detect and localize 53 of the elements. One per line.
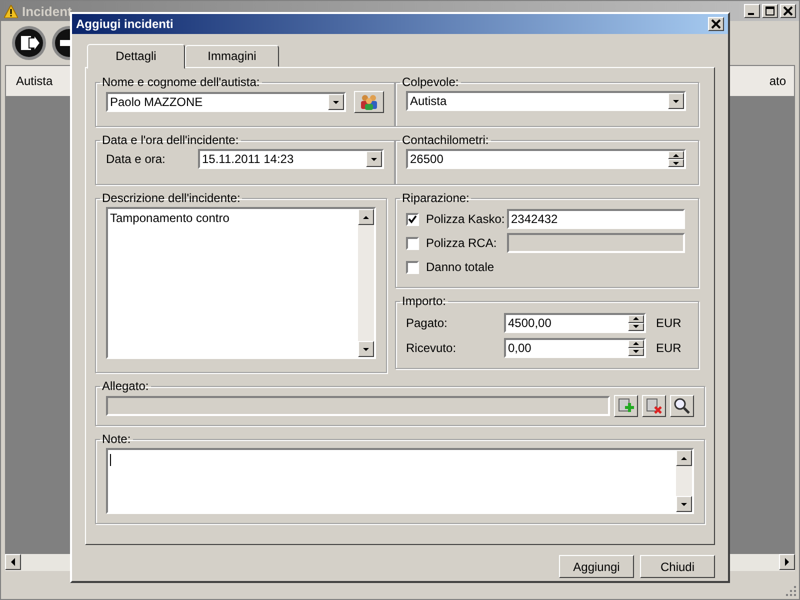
checkbox[interactable]: [406, 212, 419, 226]
delete-icon: [645, 397, 663, 415]
driver-dropdown[interactable]: Paolo MAZZONE: [106, 92, 346, 112]
field-label: Data e ora:: [106, 152, 166, 166]
group-label: Contachilometri:: [401, 133, 490, 147]
tab[interactable]: Immagini: [185, 45, 279, 67]
description-textarea[interactable]: Tamponamento contro: [106, 207, 376, 359]
search-button[interactable]: [670, 395, 694, 417]
dialog-title: Aggiugi incidenti: [76, 17, 174, 31]
close-button[interactable]: [780, 4, 796, 18]
maximize-icon: [765, 6, 775, 16]
group-label: Allegato:: [101, 379, 150, 393]
maximize-button[interactable]: [762, 4, 778, 18]
dialog-button[interactable]: Aggiungi: [559, 555, 634, 578]
notes-textarea[interactable]: [106, 448, 694, 514]
people-button[interactable]: [354, 91, 384, 113]
people-icon: [359, 94, 379, 110]
policy-field[interactable]: 2342432: [507, 209, 685, 229]
checkbox[interactable]: [406, 260, 419, 274]
currency-label: EUR: [656, 340, 682, 354]
window-title: Incident: [22, 4, 72, 18]
group-label: Riparazione:: [401, 191, 470, 205]
add-icon: [617, 397, 635, 415]
group-label: Nome e cognome dell'autista:: [101, 75, 261, 89]
amount-spinner[interactable]: 0,00: [504, 338, 646, 358]
date-picker[interactable]: 15.11.2011 14:23: [198, 149, 384, 169]
warning-icon: [4, 4, 18, 18]
field-label: Ricevuto:: [406, 340, 458, 354]
group-label: Descrizione dell'incidente:: [101, 191, 242, 205]
column-header[interactable]: ato: [769, 74, 786, 88]
odometer-spinner[interactable]: 26500: [406, 149, 686, 169]
attachment-field[interactable]: [106, 396, 610, 416]
close-button[interactable]: [708, 17, 724, 31]
checkbox-label: Danno totale: [426, 260, 494, 274]
group-label: Data e l'ora dell'incidente:: [101, 133, 240, 147]
culprit-dropdown[interactable]: Autista: [406, 91, 686, 111]
delete-button[interactable]: [642, 395, 666, 417]
tab[interactable]: Dettagli: [87, 44, 185, 69]
column-header[interactable]: Autista: [16, 74, 53, 88]
group-label: Colpevole:: [401, 75, 460, 89]
minimize-button[interactable]: [744, 4, 760, 18]
currency-label: EUR: [656, 316, 682, 330]
minimize-icon: [748, 13, 754, 15]
resize-grip-icon[interactable]: [785, 585, 797, 597]
add-button[interactable]: [614, 395, 638, 417]
group-label: Importo:: [401, 294, 448, 308]
exit-icon[interactable]: [11, 25, 47, 61]
amount-spinner[interactable]: 4500,00: [504, 312, 646, 332]
dialog-button[interactable]: Chiudi: [640, 555, 715, 578]
field-label: Pagato:: [406, 316, 448, 330]
group-label: Note:: [101, 432, 132, 446]
checkbox-label: Polizza RCA:: [426, 236, 498, 250]
search-icon: [673, 397, 691, 415]
